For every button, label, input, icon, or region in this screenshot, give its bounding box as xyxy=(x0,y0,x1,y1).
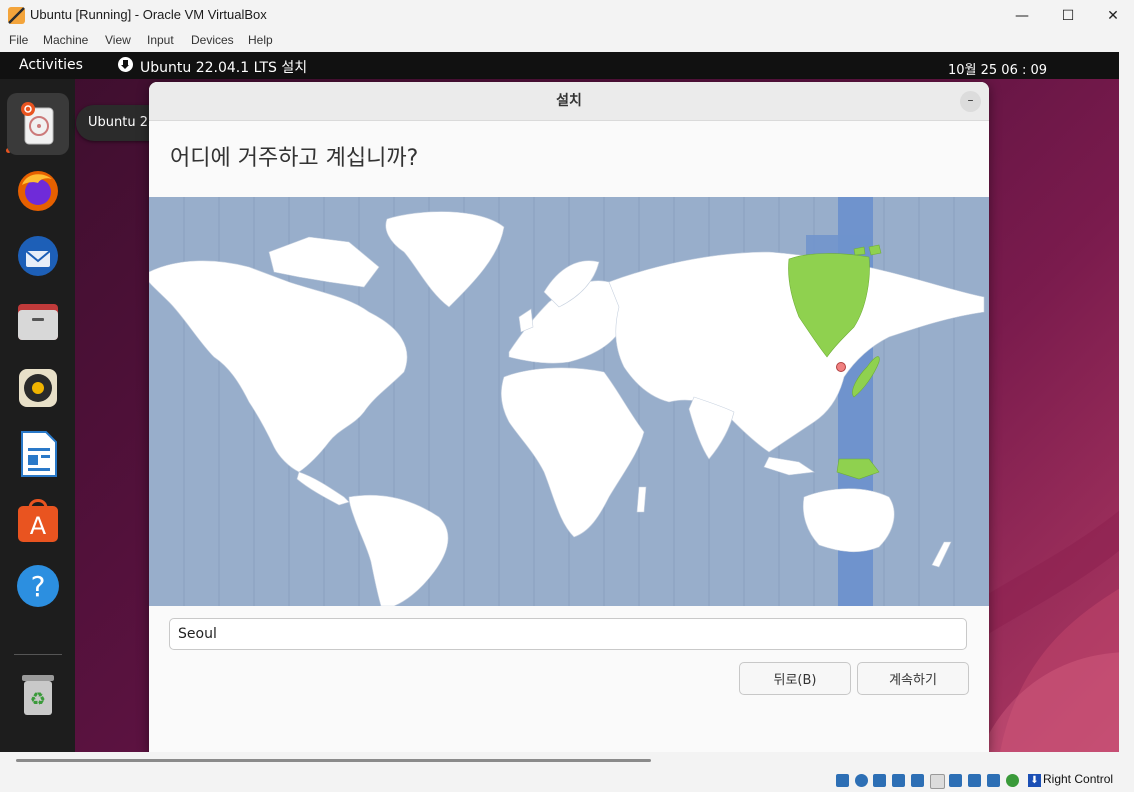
host-key-icon[interactable]: ⬇ xyxy=(1028,774,1041,787)
menu-help[interactable]: Help xyxy=(248,33,273,47)
usb-icon[interactable] xyxy=(911,774,924,787)
menu-machine[interactable]: Machine xyxy=(43,33,88,47)
dock-item-firefox[interactable] xyxy=(7,160,69,222)
dock-item-libreoffice-writer[interactable] xyxy=(7,423,69,485)
minimize-button[interactable]: — xyxy=(999,0,1045,31)
recording-icon[interactable] xyxy=(968,774,981,787)
window-title: Ubuntu [Running] - Oracle VM VirtualBox xyxy=(30,7,267,22)
svg-text:♻: ♻ xyxy=(30,689,46,710)
close-button[interactable]: ✕ xyxy=(1090,0,1134,31)
installer-icon xyxy=(21,102,54,145)
display-icon[interactable] xyxy=(949,774,962,787)
continue-button[interactable]: 계속하기 xyxy=(857,662,969,695)
shared-folders-icon[interactable] xyxy=(930,774,945,789)
menu-view[interactable]: View xyxy=(105,33,131,47)
app-center-icon: A xyxy=(18,499,58,542)
installer-window: 설치 – 어디에 거주하고 계십니까? Seoul 뒤로(B) 계속하기 xyxy=(149,82,989,752)
installer-title: 설치 xyxy=(556,93,582,109)
firefox-icon xyxy=(18,171,58,211)
dock-separator xyxy=(14,654,62,655)
rhythmbox-icon xyxy=(19,369,57,407)
hard-disk-icon[interactable] xyxy=(836,774,849,787)
download-icon xyxy=(118,57,133,72)
cpu-icon[interactable] xyxy=(987,774,1000,787)
menu-devices[interactable]: Devices xyxy=(191,33,234,47)
world-map xyxy=(149,197,985,606)
page-heading: 어디에 거주하고 계십니까? xyxy=(170,146,419,171)
app-menu[interactable]: Ubuntu 22.04.1 LTS 설치 xyxy=(140,57,307,77)
dock-item-files[interactable] xyxy=(7,291,69,353)
window-titlebar: Ubuntu [Running] - Oracle VM VirtualBox … xyxy=(0,0,1134,31)
maximize-button[interactable]: ☐ xyxy=(1045,0,1091,31)
help-icon: ? xyxy=(17,565,59,607)
city-input[interactable] xyxy=(169,618,967,650)
thunderbird-icon xyxy=(18,236,58,276)
menu-input[interactable]: Input xyxy=(147,33,174,47)
guest-screen[interactable]: Activities Ubuntu 22.04.1 LTS 설치 10월 25 … xyxy=(0,52,1119,752)
dock: A ? ♻ xyxy=(0,79,75,752)
status-bar: ⬇ Right Control xyxy=(0,752,1134,792)
timezone-map[interactable] xyxy=(149,197,989,606)
virtualbox-app-icon xyxy=(8,7,25,24)
city-marker xyxy=(836,362,846,372)
dock-item-installer[interactable] xyxy=(7,93,69,155)
audio-icon[interactable] xyxy=(873,774,886,787)
clock[interactable]: 10월 25 06 : 09 xyxy=(948,59,1047,78)
network-icon[interactable] xyxy=(892,774,905,787)
activities-button[interactable]: Activities xyxy=(19,57,83,73)
writer-icon xyxy=(21,431,57,477)
gnome-top-bar: Activities Ubuntu 22.04.1 LTS 설치 10월 25 … xyxy=(0,52,1119,79)
svg-text:A: A xyxy=(30,512,47,540)
dock-item-thunderbird[interactable] xyxy=(7,225,69,287)
dock-item-app-center[interactable]: A xyxy=(7,489,69,551)
dock-item-trash[interactable]: ♻ xyxy=(7,665,69,727)
host-key-label: Right Control xyxy=(1043,772,1114,786)
installer-minimize-button[interactable]: – xyxy=(960,91,981,112)
horizontal-scrollbar[interactable] xyxy=(16,759,651,762)
mouse-integration-icon[interactable] xyxy=(1006,774,1019,787)
trash-icon: ♻ xyxy=(22,675,54,715)
dock-item-help[interactable]: ? xyxy=(7,555,69,617)
optical-drive-icon[interactable] xyxy=(855,774,868,787)
files-icon xyxy=(18,304,58,340)
svg-text:?: ? xyxy=(31,570,46,603)
menu-file[interactable]: File xyxy=(9,33,28,47)
dock-item-rhythmbox[interactable] xyxy=(7,357,69,419)
back-button[interactable]: 뒤로(B) xyxy=(739,662,851,695)
